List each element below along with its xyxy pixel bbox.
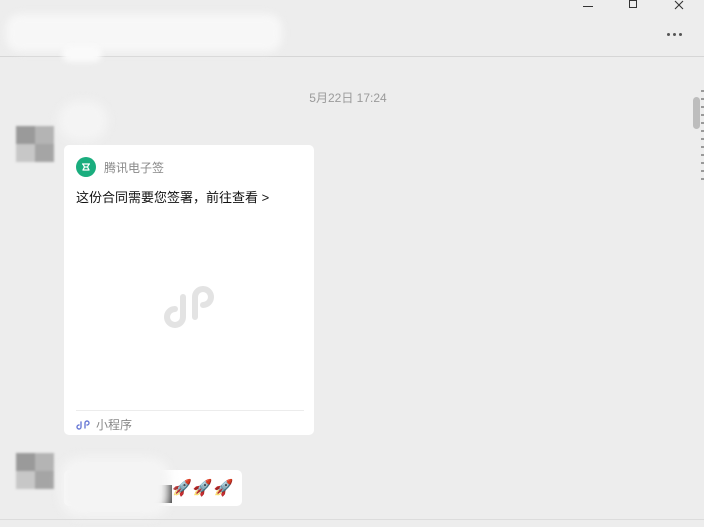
more-button[interactable] bbox=[660, 24, 688, 44]
minimize-button[interactable] bbox=[578, 0, 598, 10]
minimize-icon bbox=[583, 5, 593, 7]
scrollbar-thumb[interactable] bbox=[693, 97, 700, 129]
mini-program-logo-icon bbox=[164, 286, 214, 328]
close-button[interactable] bbox=[669, 0, 689, 10]
chat-title-blurred bbox=[6, 14, 282, 52]
maximize-button[interactable] bbox=[623, 0, 643, 10]
card-app-name: 腾讯电子签 bbox=[104, 160, 165, 175]
tencent-esign-icon bbox=[76, 157, 96, 177]
card-description: 这份合同需要您签署，前往查看 > bbox=[76, 190, 270, 205]
message-redaction-blur bbox=[60, 457, 170, 517]
title-bar bbox=[0, 0, 704, 62]
message-timestamp: 5月22日 17:24 bbox=[309, 91, 387, 105]
card-header: 腾讯电子签 bbox=[76, 157, 164, 177]
avatar[interactable] bbox=[16, 453, 54, 489]
mini-program-icon bbox=[76, 419, 90, 430]
mini-program-label: 小程序 bbox=[96, 418, 133, 432]
sender-name-blurred bbox=[58, 101, 108, 141]
mini-program-card[interactable]: 腾讯电子签 这份合同需要您签署，前往查看 > 小程序 bbox=[64, 145, 314, 435]
rocket-emojis: 🚀🚀🚀 bbox=[172, 478, 235, 497]
maximize-icon bbox=[629, 0, 637, 8]
more-horizontal-icon bbox=[666, 32, 670, 36]
card-thumbnail bbox=[76, 213, 302, 401]
close-icon bbox=[674, 0, 684, 10]
avatar[interactable] bbox=[16, 126, 54, 162]
chat-area[interactable]: 5月22日 17:24 腾讯电子签 这份合同需要您签署，前往查看 > 小程序 🚀… bbox=[0, 57, 704, 527]
card-footer: 小程序 bbox=[76, 410, 304, 433]
input-divider bbox=[0, 519, 704, 520]
